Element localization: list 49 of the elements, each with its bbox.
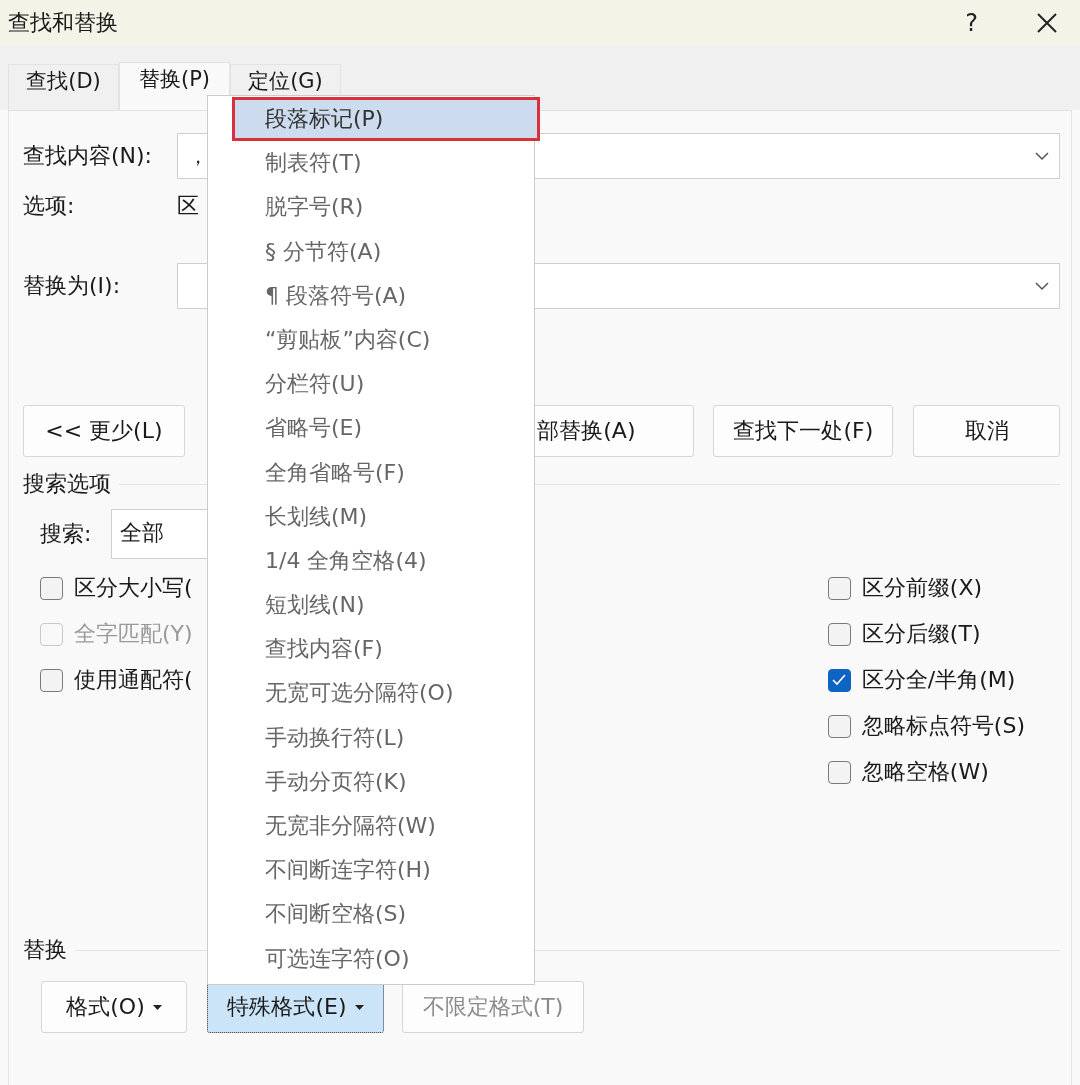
checkbox[interactable]	[827, 668, 851, 692]
checkbox-label: 忽略标点符号(S)	[861, 712, 1025, 740]
menu-item[interactable]: 手动分页符(K)	[208, 759, 534, 804]
options-value: 区	[177, 192, 199, 220]
checkbox-label: 使用通配符(	[74, 666, 193, 694]
dialog-button[interactable]: 取消	[913, 405, 1060, 457]
checkbox[interactable]	[827, 576, 851, 600]
section-title: 搜索选项	[23, 470, 111, 498]
menu-item[interactable]: 可选连字符(O)	[208, 936, 534, 981]
menu-item[interactable]: 分栏符(U)	[208, 362, 534, 407]
menu-item[interactable]: § 分节符(A)	[208, 229, 534, 274]
menu-item[interactable]: 查找内容(F)	[208, 627, 534, 672]
checkbox[interactable]	[40, 576, 63, 600]
check-icon	[831, 673, 848, 687]
tab[interactable]: 替换(P)	[119, 62, 230, 110]
menu-item[interactable]: 短划线(N)	[208, 583, 534, 628]
format-button[interactable]: 格式(O)	[41, 981, 187, 1033]
menu-item[interactable]: 手动换行符(L)	[208, 715, 534, 760]
dialog-button[interactable]: << 更少(L)	[23, 405, 185, 457]
section-title: 替换	[23, 936, 67, 964]
menu-item[interactable]: 不间断空格(S)	[208, 892, 534, 937]
checkbox-label: 全字匹配(Y)	[74, 620, 193, 648]
help-button[interactable]: ?	[961, 9, 982, 37]
dialog-button[interactable]: 查找下一处(F)	[713, 405, 894, 457]
field-label: 替换为(I):	[23, 272, 122, 300]
checkbox-label: 区分全/半角(M)	[861, 666, 1016, 694]
options-label: 选项:	[23, 192, 76, 220]
menu-item[interactable]: 无宽可选分隔符(O)	[208, 671, 534, 716]
field-label: 查找内容(N):	[23, 142, 154, 170]
menu-item[interactable]: ¶ 段落符号(A)	[208, 273, 534, 318]
menu-item[interactable]: 段落标记(P)	[232, 97, 540, 142]
field-label: 搜索:	[40, 520, 93, 548]
checkbox-label: 忽略空格(W)	[861, 758, 989, 786]
checkbox-label: 区分后缀(T)	[861, 620, 981, 648]
checkbox-label: 区分前缀(X)	[861, 574, 983, 602]
checkbox[interactable]	[827, 622, 851, 646]
close-icon[interactable]	[1036, 12, 1058, 34]
menu-item[interactable]: “剪贴板”内容(C)	[208, 317, 534, 363]
checkbox[interactable]	[40, 668, 63, 692]
window-title: 查找和替换	[8, 9, 119, 37]
checkbox[interactable]	[827, 760, 851, 784]
tab[interactable]: 查找(D)	[8, 64, 119, 110]
menu-item[interactable]: 脱字号(R)	[208, 185, 534, 230]
checkbox-label: 区分大小写(	[74, 574, 193, 602]
chevron-icon[interactable]	[1035, 281, 1049, 291]
menu-item[interactable]: 不间断连字符(H)	[208, 848, 534, 893]
chevron-icon[interactable]	[1035, 151, 1049, 161]
menu-item[interactable]: 无宽非分隔符(W)	[208, 804, 534, 849]
checkbox[interactable]	[827, 714, 851, 738]
